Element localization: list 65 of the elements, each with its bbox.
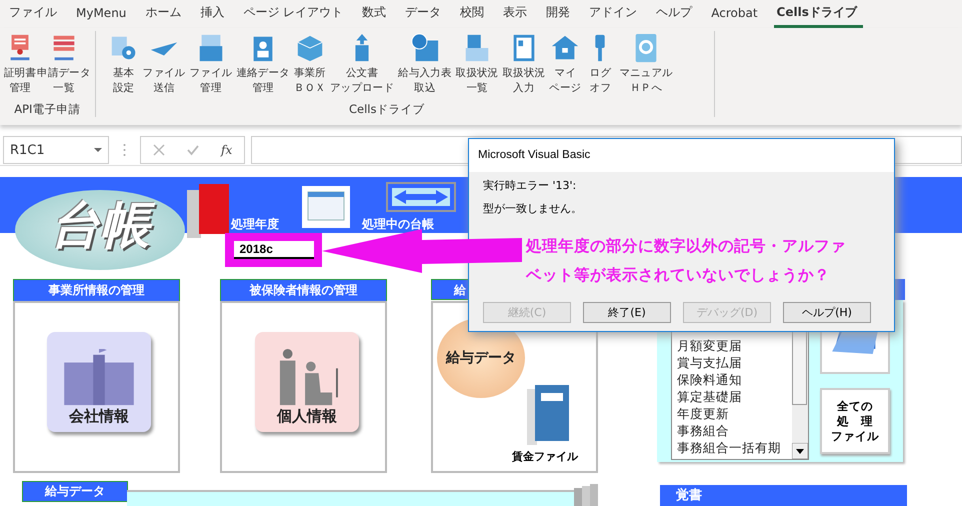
- ribbon-tab[interactable]: MyMenu: [73, 2, 142, 26]
- year-field[interactable]: 2018c: [234, 241, 314, 259]
- ribbon-tab[interactable]: 表示: [500, 0, 544, 28]
- checkmark-icon[interactable]: [187, 144, 199, 156]
- ribbon-tab[interactable]: 数式: [359, 0, 402, 28]
- dialog-button[interactable]: ヘルプ(H): [783, 302, 871, 323]
- file-label: 賃金ファイル: [512, 449, 578, 464]
- list-item[interactable]: 保険料通知: [672, 371, 792, 388]
- ribbon-button[interactable]: 公文書 アップロード: [328, 31, 396, 102]
- ribbon-button[interactable]: ログ オフ: [584, 31, 616, 102]
- ribbon-group-label: Cellsドライブ: [348, 102, 426, 117]
- binder-icon: [187, 184, 229, 240]
- calendar-icon: [302, 186, 350, 228]
- ribbon-button[interactable]: ファイル 管理: [188, 31, 234, 102]
- dialog-title: Microsoft Visual Basic: [469, 139, 894, 172]
- memo-header: 覚書: [660, 485, 907, 506]
- ribbon-tab[interactable]: ホーム: [142, 0, 198, 28]
- insert-function-button[interactable]: fx: [221, 143, 232, 157]
- personal-info-button[interactable]: 個人情報: [255, 332, 359, 432]
- cube-icon: [294, 33, 325, 63]
- double-arrow-button[interactable]: [386, 182, 456, 212]
- ribbon-tab[interactable]: 開発: [543, 0, 586, 28]
- binder-icon: [527, 385, 569, 445]
- year-label: 処理年度: [231, 216, 279, 233]
- ribbon-button[interactable]: 給与入力表 取込: [397, 31, 453, 102]
- ribbon-button[interactable]: 取扱状況 入力: [501, 31, 546, 102]
- ribbon-button[interactable]: 申請データ 一覧: [37, 31, 91, 102]
- ribbon-tab[interactable]: データ: [402, 0, 458, 28]
- ribbon-tab[interactable]: 挿入: [197, 0, 240, 28]
- list-item[interactable]: 月額変更届: [672, 337, 792, 354]
- all-files-button[interactable]: 全ての 処 理 ファイル: [820, 388, 890, 454]
- dialog-button[interactable]: 終了(E): [583, 302, 671, 323]
- ribbon-button[interactable]: 基本 設定: [108, 31, 140, 102]
- cancel-icon[interactable]: [153, 144, 165, 156]
- list-item[interactable]: 賞与支払届: [672, 354, 792, 371]
- ribbon-tab[interactable]: アドイン: [586, 0, 654, 28]
- ribbon-tab[interactable]: 校閲: [457, 0, 500, 28]
- error-message: 実行時エラー '13':: [483, 180, 578, 192]
- ribbon-tab[interactable]: ファイル: [6, 0, 73, 28]
- ribbon-group-label: API電子申請: [13, 102, 82, 117]
- list-item[interactable]: 算定基礎届: [672, 388, 792, 405]
- scroll-down-icon[interactable]: [792, 443, 808, 459]
- dropdown-caret-icon: [94, 148, 102, 152]
- section-header: 給与データ: [22, 481, 128, 502]
- error-message: 型が一致しません。: [483, 203, 583, 215]
- ribbon-button[interactable]: 事業所 ＢＯＸ: [292, 31, 327, 102]
- ribbon-button[interactable]: 連絡データ 管理: [235, 31, 291, 102]
- grip-icon: [123, 143, 126, 157]
- ribbon-button[interactable]: ファイル 送信: [142, 31, 186, 102]
- ribbon-button[interactable]: マイ ページ: [548, 31, 582, 102]
- ribbon-tab[interactable]: Acrobat: [708, 2, 774, 26]
- name-box[interactable]: R1C1: [3, 136, 109, 164]
- company-info-button[interactable]: 会社情報: [47, 332, 151, 432]
- list-item[interactable]: 事務組合: [672, 422, 792, 439]
- annotation-text: 処理年度の部分に数字以外の記号・アルファ: [526, 236, 846, 257]
- ribbon-button[interactable]: マニュアル ＨＰへ: [618, 31, 674, 102]
- list-item[interactable]: 年度更新: [672, 405, 792, 422]
- section-header: 事業所情報の管理: [13, 279, 180, 302]
- ribbon-button[interactable]: 証明書 管理: [4, 31, 36, 102]
- ribbon-tab[interactable]: ページ レイアウト: [240, 0, 360, 28]
- current-ledger-label: 処理中の台帳: [362, 216, 434, 233]
- ribbon-tab[interactable]: ヘルプ: [653, 0, 708, 28]
- ribbon-button[interactable]: 取扱状況 一覧: [454, 31, 500, 102]
- section-header: 被保険者情報の管理: [220, 279, 387, 302]
- list-item[interactable]: 事務組合一括有期: [672, 439, 792, 456]
